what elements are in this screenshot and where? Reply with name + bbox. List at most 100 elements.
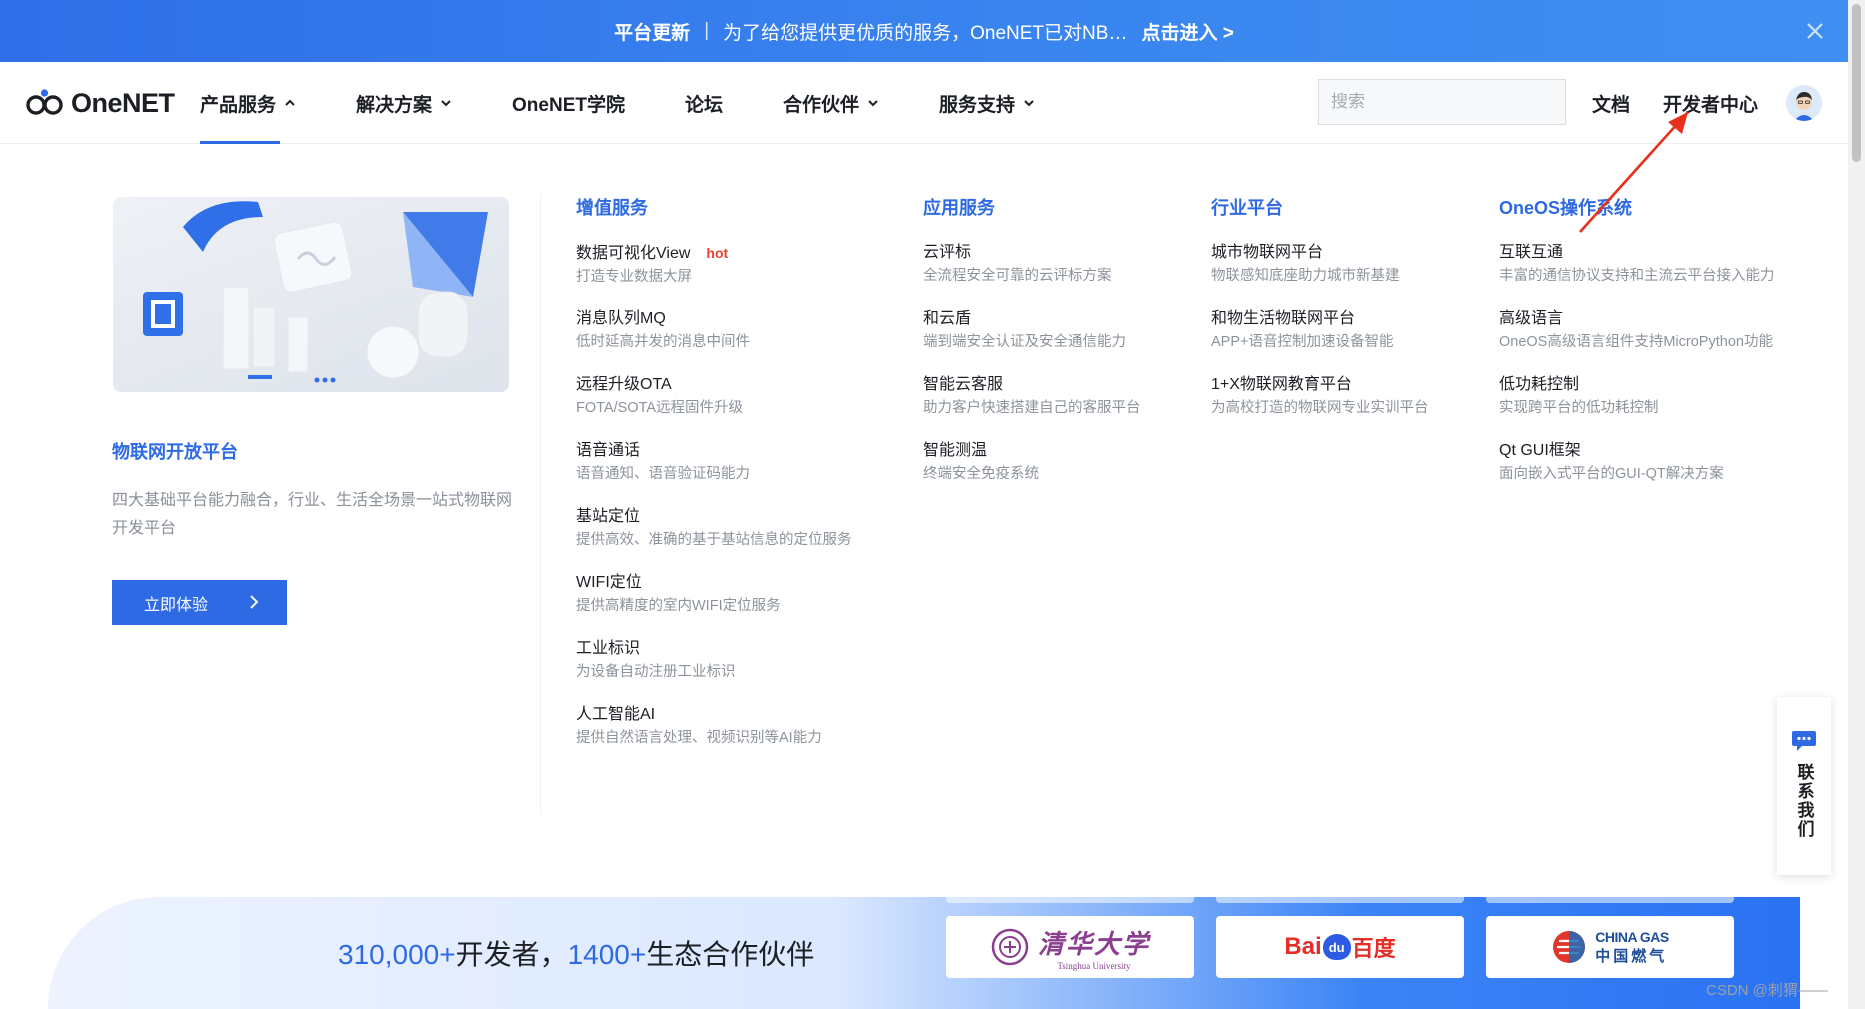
item-name: 低功耗控制 [1499,376,1580,393]
item-desc: 全流程安全可靠的云评标方案 [923,268,1112,284]
contact-us-float[interactable]: 联系我们 [1777,697,1831,875]
announcement-cta-link[interactable]: 点击进入 > [1141,18,1233,45]
partner-count: 1400+ [567,939,647,970]
developer-label: 开发者， [455,939,568,970]
item-name: 高级语言 [1499,310,1564,327]
item-desc: 丰富的通信协议支持和主流云平台接入能力 [1499,268,1775,284]
list-item[interactable]: 语音通话 语音通知、语音验证码能力 [576,441,852,488]
logo-text: OneNET [71,87,175,118]
item-name: Qt GUI框架 [1499,442,1581,459]
list-item[interactable]: 1+X物联网教育平台 为高校打造的物联网专业实训平台 [1211,375,1429,422]
iot-platform-illustration-icon [143,201,488,383]
partner-card-baidu[interactable]: Bai du 百度 [1216,916,1464,978]
item-desc: 提供高效、准确的基于基站信息的定位服务 [576,532,852,548]
menu-item-forum[interactable]: 论坛 [685,62,723,144]
menu-item-academy[interactable]: OneNET学院 [512,62,625,144]
item-desc: 为设备自动注册工业标识 [576,664,736,680]
list-item[interactable]: 低功耗控制 实现跨平台的低功耗控制 [1499,375,1775,422]
avatar[interactable] [1786,85,1822,121]
list-item[interactable]: Qt GUI框架 面向嵌入式平台的GUI-QT解决方案 [1499,441,1775,488]
partner-mark: du [1328,939,1345,955]
list-item[interactable]: 基站定位 提供高效、准确的基于基站信息的定位服务 [576,507,852,554]
list-item[interactable]: WIFI定位 提供高精度的室内WIFI定位服务 [576,573,852,620]
item-name: 基站定位 [576,508,641,525]
partner-card-tsinghua[interactable]: 清华大学 Tsinghua University [946,916,1194,978]
search-box [1318,79,1566,125]
partner-name: 清华大学 [1037,929,1150,960]
chevron-down-icon [1024,100,1034,107]
item-desc: 提供高精度的室内WIFI定位服务 [576,598,781,614]
column-title: 应用服务 [923,198,995,218]
annotation-arrow-icon [1579,111,1689,233]
partner-latin: Bai [1284,933,1322,960]
chevron-up-icon [285,99,295,106]
item-desc: 提供自然语言处理、视频识别等AI能力 [576,730,822,746]
item-name: 消息队列MQ [576,310,666,327]
column-value-added-services: 增值服务 数据可视化View hot 打造专业数据大屏 消息队列MQ 低时延高并发… [576,194,852,752]
item-name: 和云盾 [923,310,972,327]
announcement-tag: 平台更新 [614,22,691,44]
list-item[interactable]: 高级语言 OneOS高级语言组件支持MicroPython功能 [1499,309,1775,356]
scrollbar-thumb[interactable] [1852,4,1861,162]
list-item[interactable]: 智能云客服 助力客户快速搭建自己的客服平台 [923,375,1141,422]
promo-illustration [113,197,509,392]
chinagas-logo-icon [1553,931,1586,963]
chat-icon [1792,731,1816,751]
menu-item-label: 产品服务 [200,94,277,116]
list-item[interactable]: 数据可视化View hot 打造专业数据大屏 [576,243,852,290]
page-scrollbar[interactable] [1848,0,1865,1009]
item-name: 远程升级OTA [576,376,672,393]
item-name: 云评标 [923,244,972,261]
item-desc: 面向嵌入式平台的GUI-QT解决方案 [1499,466,1724,482]
item-name: 工业标识 [576,640,641,657]
close-icon[interactable] [1800,16,1830,46]
item-desc: 物联感知底座助力城市新基建 [1211,268,1400,284]
chevron-down-icon [441,100,451,107]
partner-latin: CHINA GAS [1595,928,1669,945]
partner-subname: Tsinghua University [1057,960,1131,971]
item-desc: OneOS高级语言组件支持MicroPython功能 [1499,334,1773,350]
list-item[interactable]: 城市物联网平台 物联感知底座助力城市新基建 [1211,243,1429,290]
try-now-button[interactable]: 立即体验 [112,580,287,625]
column-title: 增值服务 [576,198,648,218]
user-avatar-icon [1786,85,1822,121]
panel-divider [540,194,541,814]
item-name: 城市物联网平台 [1211,244,1324,261]
promo-description: 四大基础平台能力融合，行业、生活全场景一站式物联网开发平台 [112,492,513,537]
menu-item-products[interactable]: 产品服务 [200,62,296,144]
menu-item-label: OneNET学院 [512,94,625,116]
announcement-bar[interactable]: 平台更新 | 为了给您提供更优质的服务，OneNET已对NB… 点击进入 > [0,0,1848,62]
item-desc: APP+语音控制加速设备智能 [1211,334,1394,350]
list-item[interactable]: 和物生活物联网平台 APP+语音控制加速设备智能 [1211,309,1429,356]
contact-us-label: 联系我们 [1794,763,1814,839]
item-desc: 为高校打造的物联网专业实训平台 [1211,400,1429,416]
baidu-paw-icon: du [1322,934,1351,960]
list-item[interactable]: 远程升级OTA FOTA/SOTA远程固件升级 [576,375,852,422]
onenet-logo-icon [26,89,63,115]
developer-stats: 310,000+开发者，1400+生态合作伙伴 [338,933,814,973]
menu-item-support[interactable]: 服务支持 [939,62,1035,144]
item-name: WIFI定位 [576,574,642,591]
search-input[interactable] [1319,80,1552,124]
list-item[interactable]: 工业标识 为设备自动注册工业标识 [576,639,852,686]
list-item[interactable]: 云评标 全流程安全可靠的云评标方案 [923,243,1141,290]
item-desc: 终端安全免疫系统 [923,466,1039,482]
item-desc: 实现跨平台的低功耗控制 [1499,400,1659,416]
logo[interactable]: OneNET [25,86,175,120]
menu-item-partners[interactable]: 合作伙伴 [783,62,879,144]
menu-item-solutions[interactable]: 解决方案 [356,62,452,144]
item-name: 人工智能AI [576,706,656,723]
products-dropdown-panel: 物联网开放平台 四大基础平台能力融合，行业、生活全场景一站式物联网开发平台 立即… [0,144,1848,895]
csdn-watermark: CSDN @刺猬—— [1706,982,1828,999]
list-item[interactable]: 消息队列MQ 低时延高并发的消息中间件 [576,309,852,356]
list-item[interactable]: 人工智能AI 提供自然语言处理、视频识别等AI能力 [576,705,852,752]
partner-card-chinagas[interactable]: CHINA GAS 中国燃气 [1486,916,1734,978]
item-name: 1+X物联网教育平台 [1211,376,1352,393]
try-now-label: 立即体验 [144,596,209,614]
announcement-message: 为了给您提供更优质的服务，OneNET已对NB… [723,22,1128,44]
list-item[interactable]: 和云盾 端到端安全认证及安全通信能力 [923,309,1141,356]
list-item[interactable]: 互联互通 丰富的通信协议支持和主流云平台接入能力 [1499,243,1775,290]
list-item[interactable]: 智能测温 终端安全免疫系统 [923,441,1141,488]
partner-name: 百度 [1351,936,1396,961]
item-desc: 端到端安全认证及安全通信能力 [923,334,1126,350]
